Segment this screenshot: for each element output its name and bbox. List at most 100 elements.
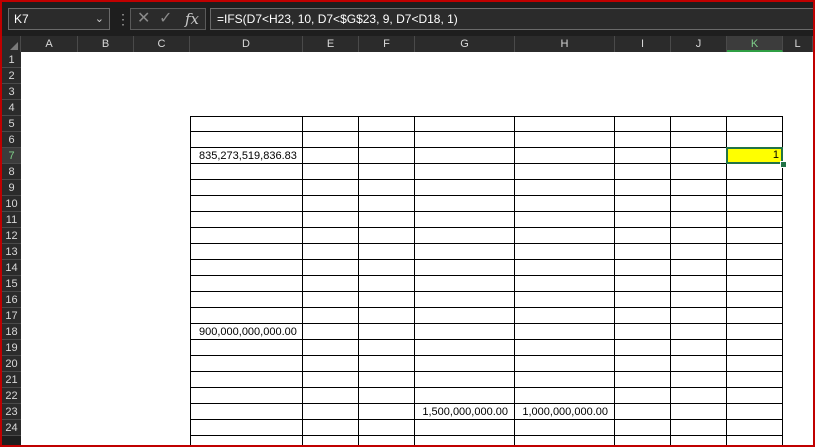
cell-f6[interactable] [359, 132, 415, 148]
cell-j13[interactable] [671, 244, 727, 260]
cell-e25[interactable] [303, 436, 359, 445]
cell-f10[interactable] [359, 196, 415, 212]
cell-f19[interactable] [359, 340, 415, 356]
cell-g16[interactable] [415, 292, 515, 308]
cell-k10[interactable] [727, 196, 783, 212]
cell-i14[interactable] [615, 260, 671, 276]
cell-f25[interactable] [359, 436, 415, 445]
cell-i19[interactable] [615, 340, 671, 356]
column-header-h[interactable]: H [515, 36, 615, 52]
cell-f13[interactable] [359, 244, 415, 260]
cell-k18[interactable] [727, 324, 783, 340]
cell-j14[interactable] [671, 260, 727, 276]
cell-e14[interactable] [303, 260, 359, 276]
cell-i9[interactable] [615, 180, 671, 196]
cell-k16[interactable] [727, 292, 783, 308]
cell-j11[interactable] [671, 212, 727, 228]
cell-h24[interactable] [515, 420, 615, 436]
cell-e21[interactable] [303, 372, 359, 388]
checkmark-icon[interactable]: ✓ [159, 9, 172, 29]
cell-d16[interactable] [190, 292, 303, 308]
cell-f24[interactable] [359, 420, 415, 436]
cell-h8[interactable] [515, 164, 615, 180]
cell-i5[interactable] [615, 116, 671, 132]
cell-g21[interactable] [415, 372, 515, 388]
cell-g6[interactable] [415, 132, 515, 148]
cell-h6[interactable] [515, 132, 615, 148]
cell-k5[interactable] [727, 116, 783, 132]
cell-f21[interactable] [359, 372, 415, 388]
cell-g12[interactable] [415, 228, 515, 244]
cell-j25[interactable] [671, 436, 727, 445]
cell-d23[interactable] [190, 404, 303, 420]
cell-d6[interactable] [190, 132, 303, 148]
name-box[interactable]: K7 ⌄ [8, 8, 110, 30]
cell-g17[interactable] [415, 308, 515, 324]
cell-e6[interactable] [303, 132, 359, 148]
cell-e20[interactable] [303, 356, 359, 372]
row-header-14[interactable]: 14 [2, 260, 21, 276]
cell-i12[interactable] [615, 228, 671, 244]
selected-cell-k7[interactable]: 1 [726, 147, 783, 164]
cell-i20[interactable] [615, 356, 671, 372]
cell-j7[interactable] [671, 148, 727, 164]
cell-g9[interactable] [415, 180, 515, 196]
cell-k24[interactable] [727, 420, 783, 436]
cell-f20[interactable] [359, 356, 415, 372]
cell-d13[interactable] [190, 244, 303, 260]
cell-k19[interactable] [727, 340, 783, 356]
cell-j18[interactable] [671, 324, 727, 340]
cell-j10[interactable] [671, 196, 727, 212]
row-header-11[interactable]: 11 [2, 212, 21, 228]
cell-e13[interactable] [303, 244, 359, 260]
cell-e8[interactable] [303, 164, 359, 180]
cell-d7[interactable]: 835,273,519,836.83 [190, 148, 303, 164]
cell-k15[interactable] [727, 276, 783, 292]
cell-k25[interactable] [727, 436, 783, 445]
row-header-23[interactable]: 23 [2, 404, 21, 420]
cell-j17[interactable] [671, 308, 727, 324]
column-header-f[interactable]: F [359, 36, 415, 52]
cell-i13[interactable] [615, 244, 671, 260]
cell-h10[interactable] [515, 196, 615, 212]
row-header-7[interactable]: 7 [2, 148, 21, 164]
cell-j23[interactable] [671, 404, 727, 420]
cell-g23[interactable]: 1,500,000,000.00 [415, 404, 515, 420]
cell-j5[interactable] [671, 116, 727, 132]
cell-h19[interactable] [515, 340, 615, 356]
cell-i16[interactable] [615, 292, 671, 308]
cell-i11[interactable] [615, 212, 671, 228]
row-header-15[interactable]: 15 [2, 276, 21, 292]
cancel-x-icon[interactable]: ✕ [137, 9, 150, 29]
row-header-20[interactable]: 20 [2, 356, 21, 372]
cell-h12[interactable] [515, 228, 615, 244]
cell-e11[interactable] [303, 212, 359, 228]
cell-f23[interactable] [359, 404, 415, 420]
chevron-down-icon[interactable]: ⌄ [95, 9, 104, 29]
column-header-b[interactable]: B [78, 36, 134, 52]
cell-j16[interactable] [671, 292, 727, 308]
cell-g10[interactable] [415, 196, 515, 212]
row-header-4[interactable]: 4 [2, 100, 21, 116]
cell-j21[interactable] [671, 372, 727, 388]
row-header-6[interactable]: 6 [2, 132, 21, 148]
cell-e17[interactable] [303, 308, 359, 324]
cell-h13[interactable] [515, 244, 615, 260]
row-header-16[interactable]: 16 [2, 292, 21, 308]
column-header-d[interactable]: D [190, 36, 303, 52]
cell-g8[interactable] [415, 164, 515, 180]
cell-i8[interactable] [615, 164, 671, 180]
cell-h18[interactable] [515, 324, 615, 340]
cell-k8[interactable] [727, 164, 783, 180]
cell-j9[interactable] [671, 180, 727, 196]
cell-e12[interactable] [303, 228, 359, 244]
cell-f15[interactable] [359, 276, 415, 292]
cell-d5[interactable] [190, 116, 303, 132]
cell-i24[interactable] [615, 420, 671, 436]
cell-k9[interactable] [727, 180, 783, 196]
cell-g13[interactable] [415, 244, 515, 260]
cell-e22[interactable] [303, 388, 359, 404]
cell-h11[interactable] [515, 212, 615, 228]
column-header-a[interactable]: A [21, 36, 78, 52]
cell-g15[interactable] [415, 276, 515, 292]
